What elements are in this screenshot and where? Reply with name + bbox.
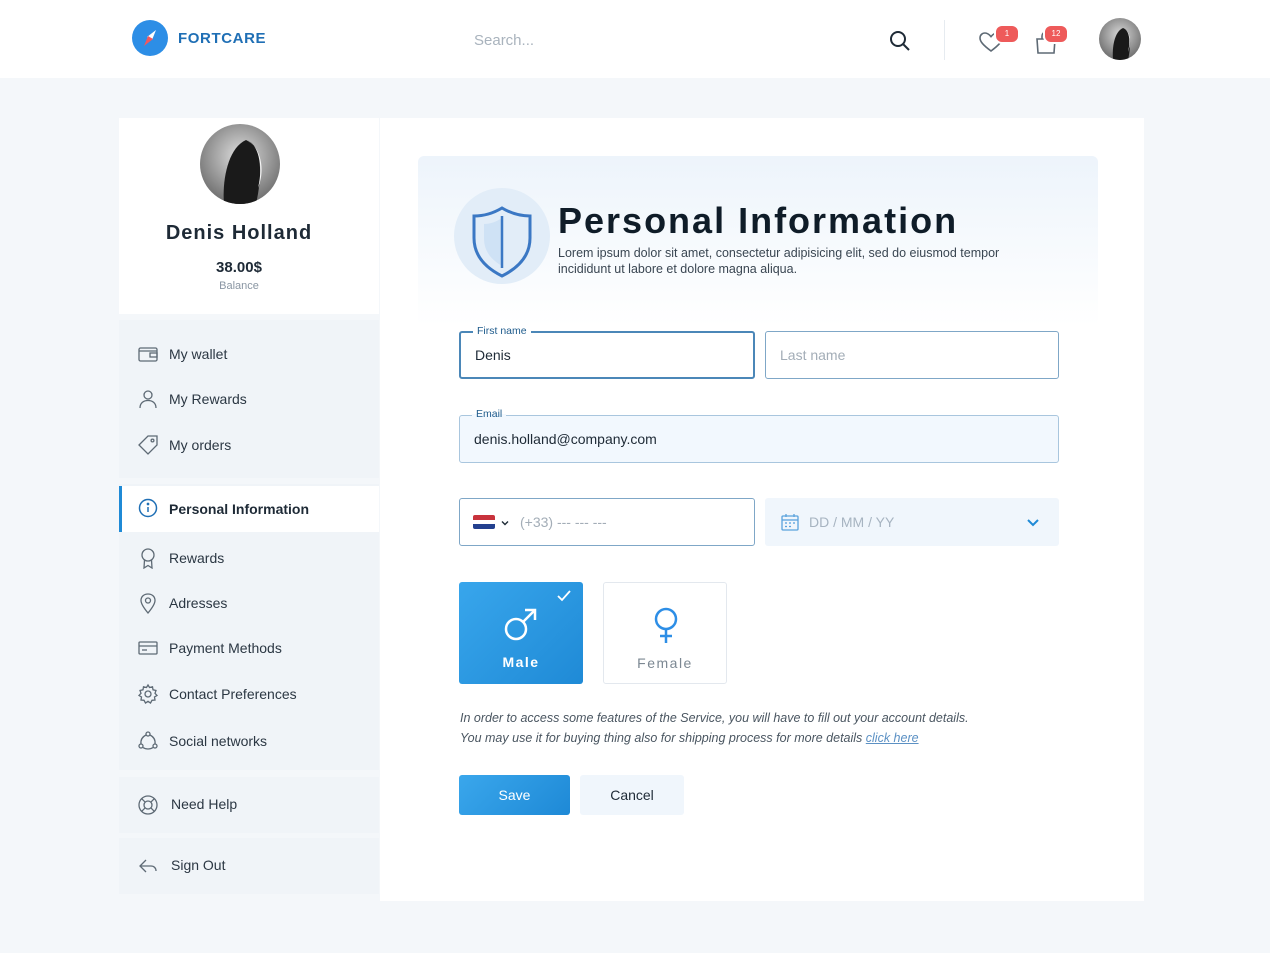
reply-arrow-icon [139,859,157,873]
sidebar-item-rewards[interactable]: Rewards [119,536,379,580]
cart-button[interactable]: 12 [1033,24,1069,58]
profile-card: Denis Holland 38.00$ Balance [119,118,379,314]
phone-input[interactable] [520,499,740,545]
gender-label-female: Female [637,655,693,671]
first-name-field[interactable]: First name [459,325,755,379]
wishlist-button[interactable]: 1 [978,24,1020,58]
account-details-note: In order to access some features of the … [460,708,1040,748]
sidebar-item-personal-information[interactable]: Personal Information [119,486,379,532]
share-icon [138,731,158,750]
sign-out-button[interactable]: Sign Out [119,838,379,894]
wishlist-count-badge: 1 [994,24,1020,44]
chevron-down-icon[interactable] [500,518,510,528]
sign-out-label: Sign Out [171,857,226,873]
need-help-button[interactable]: Need Help [119,777,379,833]
email-input[interactable] [474,416,1044,462]
male-symbol-icon [504,608,537,641]
phone-field[interactable] [459,498,755,546]
calendar-icon [781,514,799,531]
save-button[interactable]: Save [459,775,570,815]
email-field[interactable]: Email [459,408,1059,463]
profile-balance-label: Balance [219,280,259,292]
award-icon [141,548,155,569]
topbar-divider [944,20,945,60]
need-help-label: Need Help [171,796,238,812]
search-input[interactable] [474,28,874,52]
personal-info-card: Personal Information Lorem ipsum dolor s… [380,118,1144,901]
shield-icon [472,206,532,278]
sidebar-item-label: Social networks [169,733,268,749]
cart-count-badge: 12 [1043,24,1069,44]
sidebar-group-settings: Personal Information Rewards Adresses Pa… [119,484,379,770]
sidebar-item-my-rewards[interactable]: My Rewards [119,377,379,421]
last-name-field[interactable] [765,331,1059,379]
gender-label-male: Male [502,654,540,670]
sidebar-item-label: My Rewards [169,391,247,407]
gender-option-male[interactable]: Male [459,582,583,684]
gender-option-female[interactable]: Female [603,582,727,684]
country-flag-nl-icon[interactable] [473,515,495,529]
last-name-input[interactable] [780,332,1044,378]
sidebar-item-label: My wallet [169,346,228,362]
sidebar-item-label: My orders [169,437,232,453]
logo-compass-icon [132,20,168,56]
profile-balance: 38.00$ [216,259,262,276]
first-name-input[interactable] [475,333,739,377]
sidebar-item-my-orders[interactable]: My orders [119,423,379,467]
female-symbol-icon [654,607,678,643]
checkmark-icon [557,590,571,602]
sidebar-item-label: Adresses [169,595,228,611]
page-description: Lorem ipsum dolor sit amet, consectetur … [558,246,1000,276]
gear-icon [137,683,159,704]
top-bar: FORTCARE 1 12 [0,0,1270,78]
profile-name: Denis Holland [165,222,313,244]
user-avatar[interactable] [1099,18,1141,60]
chevron-down-icon [1027,519,1039,527]
section-header: Personal Information Lorem ipsum dolor s… [418,156,1098,326]
sidebar-item-label: Personal Information [169,501,310,517]
info-icon [138,498,158,518]
wallet-icon [138,347,158,362]
user-icon [139,390,157,409]
tag-icon [138,435,158,455]
note-line-1: In order to access some features of the … [460,711,969,725]
sidebar-item-label: Contact Preferences [169,686,297,702]
credit-card-icon [138,641,158,655]
profile-avatar[interactable] [200,124,280,204]
note-line-2: You may use it for buying thing also for… [460,731,866,745]
app-logo[interactable]: FORTCARE [132,20,266,56]
sidebar-item-contact-preferences[interactable]: Contact Preferences [119,672,379,716]
lifebuoy-icon [138,795,158,815]
click-here-link[interactable]: click here [866,731,919,745]
app-name: FORTCARE [178,29,267,47]
cancel-button[interactable]: Cancel [580,775,684,815]
search-icon[interactable] [888,29,912,53]
birthdate-select[interactable]: DD / MM / YY [765,498,1059,546]
sidebar-group-account: My wallet My Rewards My orders [119,320,379,478]
sidebar-item-adresses[interactable]: Adresses [119,581,379,625]
sidebar-item-label: Payment Methods [169,640,282,656]
sidebar-item-payment-methods[interactable]: Payment Methods [119,626,379,670]
sidebar-item-my-wallet[interactable]: My wallet [119,332,379,376]
sidebar-item-social-networks[interactable]: Social networks [119,719,379,763]
sidebar-item-label: Rewards [169,550,225,566]
location-pin-icon [140,593,156,614]
birthdate-placeholder: DD / MM / YY [809,514,895,530]
page-title: Personal Information [558,200,959,241]
